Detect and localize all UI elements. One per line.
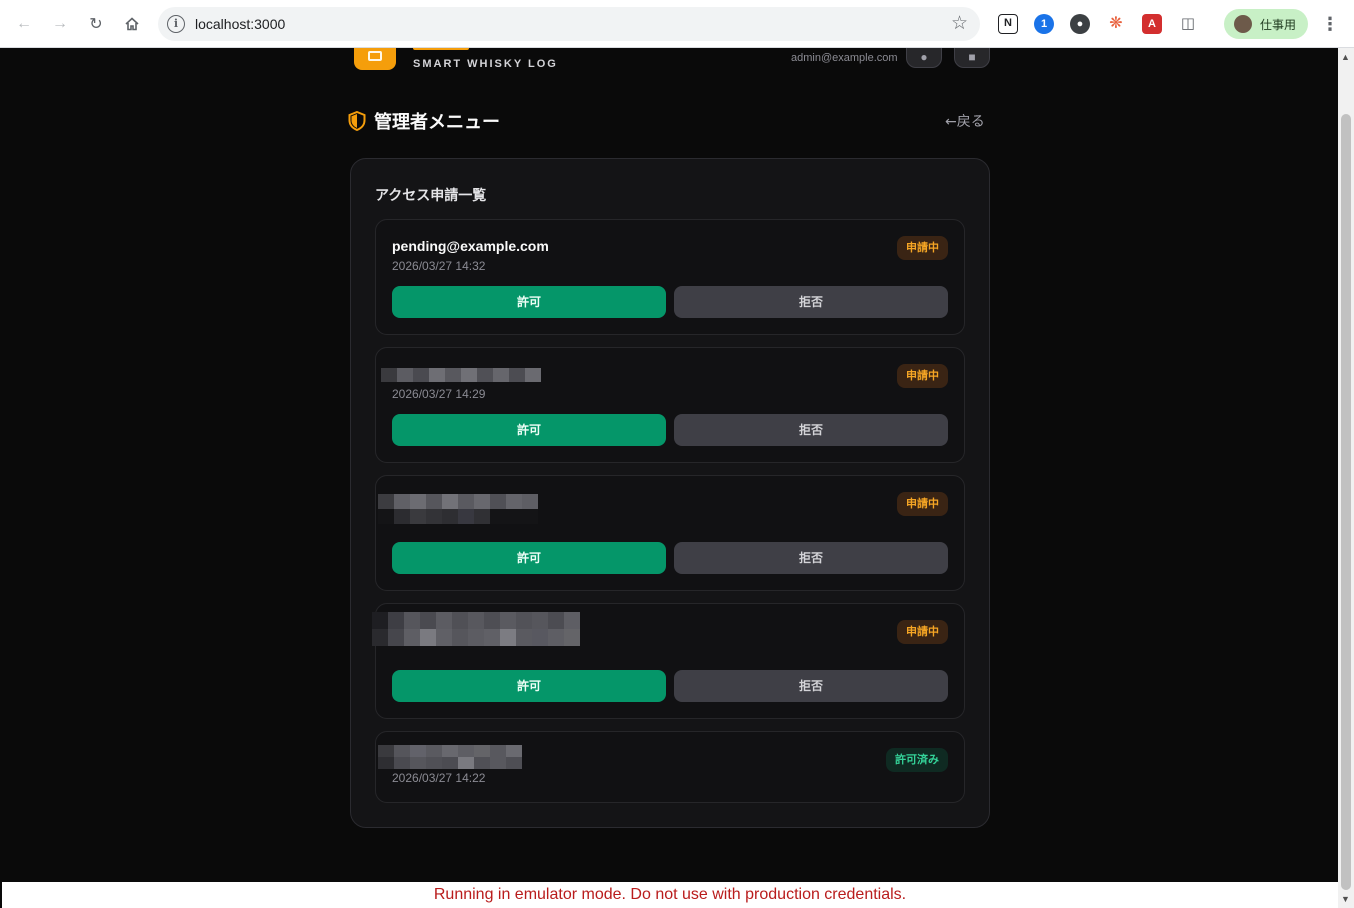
request-card: 2026/03/27 14:29 申請中 許可 拒否 bbox=[375, 347, 965, 463]
home-icon[interactable] bbox=[118, 10, 146, 38]
url-text[interactable]: localhost:3000 bbox=[195, 16, 285, 32]
logout-icon: ■ bbox=[968, 50, 976, 64]
extensions-puzzle-icon[interactable]: ◫ bbox=[1178, 14, 1198, 34]
shield-mini-icon: ● bbox=[920, 50, 928, 64]
brand-tagline: SMART WHISKY LOG bbox=[413, 58, 558, 70]
profile-label: 仕事用 bbox=[1260, 18, 1297, 32]
panel-title: アクセス申請一覧 bbox=[375, 188, 487, 204]
page-title: 管理者メニュー bbox=[348, 108, 500, 134]
reject-button[interactable]: 拒否 bbox=[674, 542, 948, 574]
app-logo bbox=[354, 48, 396, 70]
request-card: 申請中 許可 拒否 bbox=[372, 603, 965, 719]
access-requests-panel: アクセス申請一覧 pending@example.com 2026/03/27 … bbox=[350, 158, 990, 828]
reject-button[interactable]: 拒否 bbox=[674, 286, 948, 318]
bookmark-star-icon[interactable]: ☆ bbox=[951, 12, 968, 35]
shield-icon bbox=[348, 111, 366, 131]
approve-button[interactable]: 許可 bbox=[392, 542, 666, 574]
reload-icon[interactable]: ↻ bbox=[82, 10, 110, 38]
reject-button[interactable]: 拒否 bbox=[674, 670, 948, 702]
scroll-down-arrow-icon[interactable]: ▼ bbox=[1341, 894, 1350, 904]
logo-glyph-icon bbox=[368, 51, 382, 61]
globe-extension-icon[interactable]: ● bbox=[1070, 14, 1090, 34]
page-scrollbar[interactable]: ▲ ▼ bbox=[1338, 48, 1354, 908]
approve-button[interactable]: 許可 bbox=[392, 670, 666, 702]
profile-button[interactable]: 仕事用 bbox=[1224, 9, 1308, 39]
notion-extension-icon[interactable]: N bbox=[998, 14, 1018, 34]
theme-toggle-button[interactable]: ● bbox=[906, 48, 942, 68]
status-badge: 許可済み bbox=[886, 748, 948, 772]
arrow-left-icon: ← bbox=[945, 114, 957, 130]
brand-name-clipped bbox=[413, 48, 469, 50]
forward-arrow-icon[interactable]: → bbox=[46, 10, 74, 38]
redacted-email bbox=[381, 368, 541, 382]
request-card: pending@example.com 2026/03/27 14:32 申請中… bbox=[375, 219, 965, 335]
back-link[interactable]: ←戻る bbox=[945, 111, 985, 131]
site-info-icon[interactable]: i bbox=[167, 15, 185, 33]
browser-menu-icon[interactable]: ⋮ bbox=[1320, 10, 1340, 38]
request-email: pending@example.com bbox=[392, 238, 549, 254]
back-label: 戻る bbox=[956, 114, 985, 130]
avatar bbox=[1234, 15, 1252, 33]
redacted-email bbox=[378, 745, 522, 769]
back-arrow-icon[interactable]: ← bbox=[10, 10, 38, 38]
logout-button[interactable]: ■ bbox=[954, 48, 990, 68]
scroll-up-arrow-icon[interactable]: ▲ bbox=[1341, 52, 1350, 62]
status-badge: 申請中 bbox=[897, 364, 948, 388]
redacted-email bbox=[378, 494, 538, 524]
status-badge: 申請中 bbox=[897, 236, 948, 260]
reject-button[interactable]: 拒否 bbox=[674, 414, 948, 446]
page-viewport: SMART WHISKY LOG admin@example.com ● ■ 管… bbox=[2, 48, 1338, 882]
password-manager-extension-icon[interactable]: 1 bbox=[1034, 14, 1054, 34]
status-badge: 申請中 bbox=[897, 620, 948, 644]
claude-extension-icon[interactable]: ❋ bbox=[1106, 14, 1126, 34]
request-card: 2026/03/27 14:22 許可済み bbox=[375, 731, 965, 803]
address-bar[interactable]: i localhost:3000 ☆ bbox=[158, 7, 980, 41]
user-email: admin@example.com bbox=[791, 52, 898, 64]
request-card: 申請中 許可 拒否 bbox=[375, 475, 965, 591]
approve-button[interactable]: 許可 bbox=[392, 286, 666, 318]
redacted-email bbox=[372, 612, 580, 646]
scroll-thumb[interactable] bbox=[1341, 114, 1351, 890]
request-date: 2026/03/27 14:22 bbox=[392, 771, 486, 785]
approve-button[interactable]: 許可 bbox=[392, 414, 666, 446]
request-date: 2026/03/27 14:32 bbox=[392, 259, 486, 273]
request-date: 2026/03/27 14:29 bbox=[392, 387, 486, 401]
pdf-extension-icon[interactable]: A bbox=[1142, 14, 1162, 34]
browser-toolbar: ← → ↻ i localhost:3000 ☆ N 1 ● ❋ A ◫ 仕事用… bbox=[0, 0, 1354, 48]
emulator-warning-banner: Running in emulator mode. Do not use wit… bbox=[2, 882, 1338, 908]
status-badge: 申請中 bbox=[897, 492, 948, 516]
page-title-text: 管理者メニュー bbox=[374, 112, 500, 133]
